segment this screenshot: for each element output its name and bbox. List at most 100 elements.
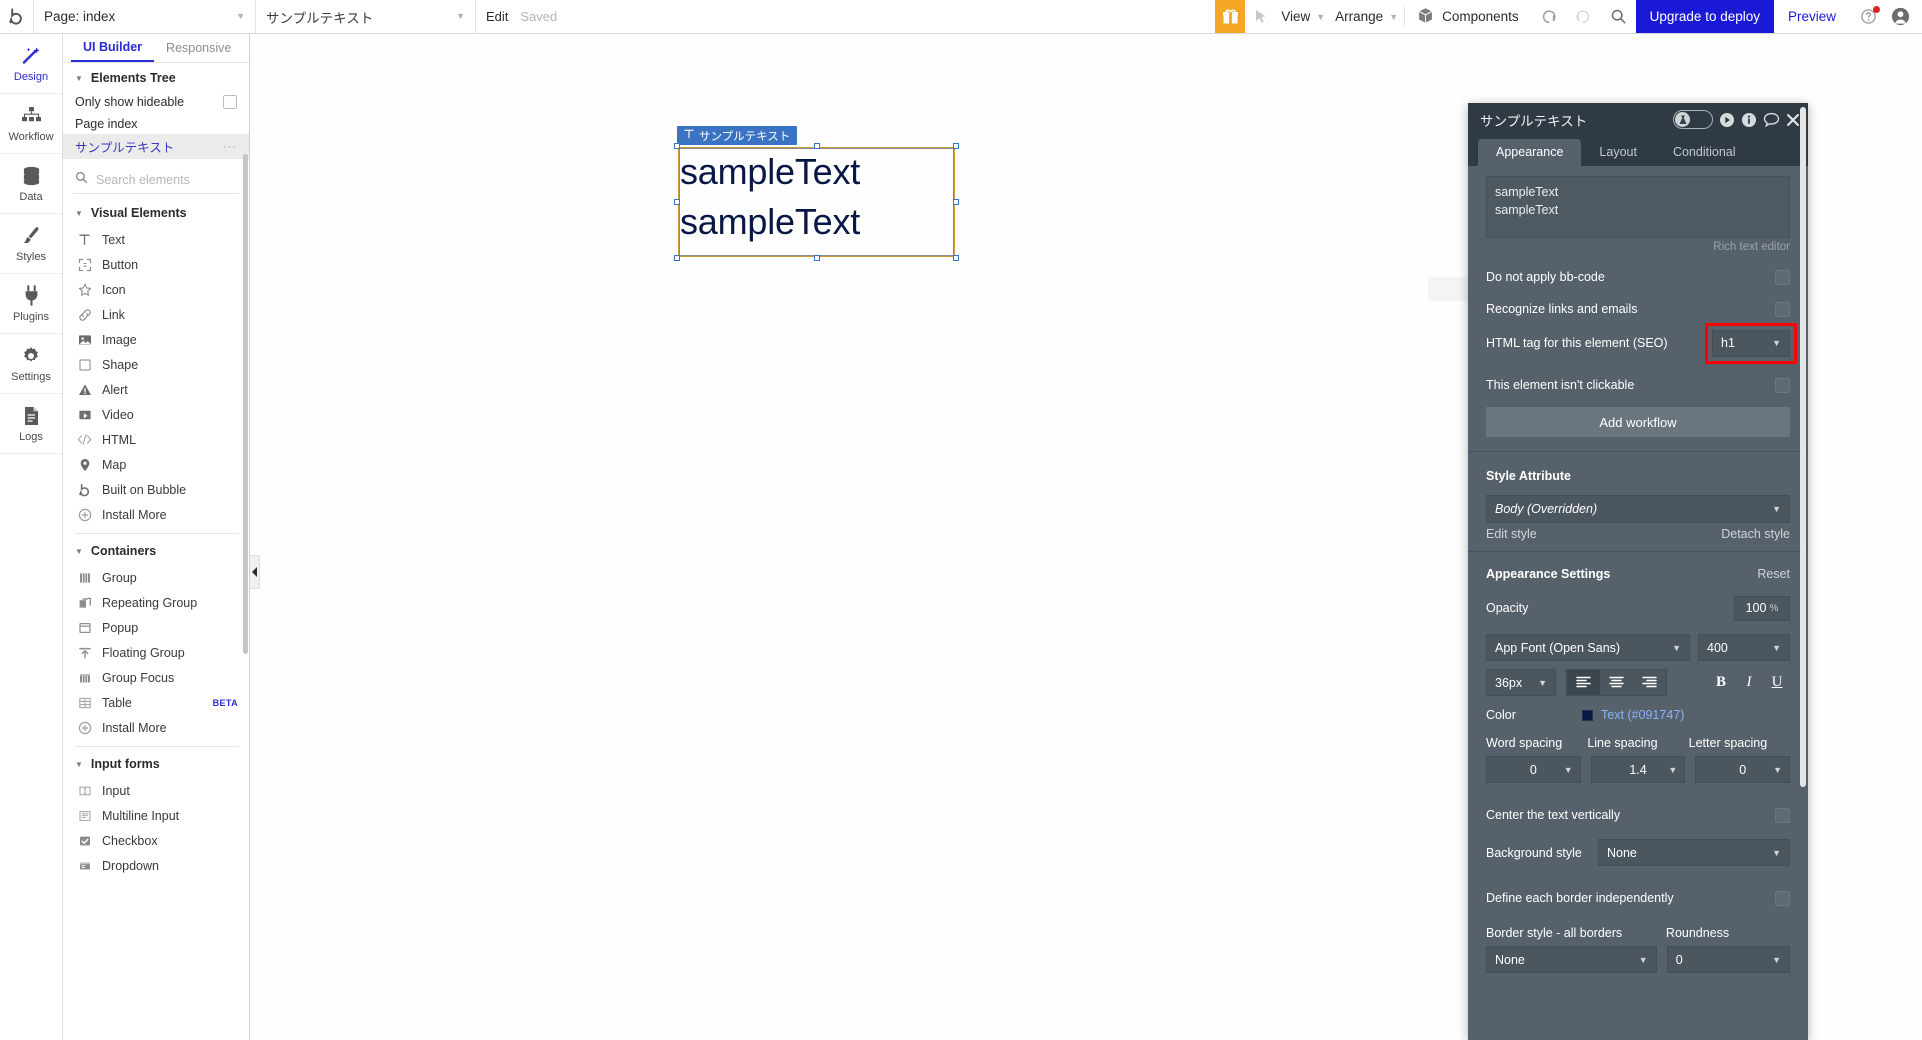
info-circle-icon[interactable] xyxy=(1741,112,1757,128)
palette-item-icon[interactable]: Icon xyxy=(63,277,249,302)
rail-item-design[interactable]: Design xyxy=(0,34,62,94)
palette-item-multiline-input[interactable]: Multiline Input xyxy=(63,803,249,828)
rail-item-data[interactable]: Data xyxy=(0,154,62,214)
palette-item-video[interactable]: Video xyxy=(63,402,249,427)
redo-icon[interactable] xyxy=(1566,0,1601,33)
do-not-apply-bbcode-checkbox[interactable] xyxy=(1775,269,1790,285)
tree-item-more-icon[interactable]: ··· xyxy=(223,141,237,153)
font-size-select[interactable]: 36px ▼ xyxy=(1486,669,1556,696)
gift-icon[interactable] xyxy=(1215,0,1246,33)
tab-ui-builder[interactable]: UI Builder xyxy=(71,34,155,62)
panel-tab-appearance[interactable]: Appearance xyxy=(1478,139,1582,166)
comment-bubble-icon[interactable] xyxy=(1763,112,1780,128)
tree-item[interactable]: Page index xyxy=(63,114,249,134)
italic-button[interactable]: I xyxy=(1736,670,1762,696)
seo-html-tag-select[interactable]: h1 ▼ xyxy=(1712,329,1790,357)
roundness-select[interactable]: 0 ▼ xyxy=(1666,946,1790,973)
add-workflow-button[interactable]: Add workflow xyxy=(1486,407,1790,437)
palette-item-text[interactable]: Text xyxy=(63,227,249,252)
close-icon[interactable] xyxy=(1786,113,1800,127)
palette-item-link[interactable]: Link xyxy=(63,302,249,327)
property-panel-scrollbar[interactable] xyxy=(1800,107,1806,787)
recognize-links-checkbox[interactable] xyxy=(1775,301,1790,317)
play-circle-icon[interactable] xyxy=(1719,112,1735,128)
palette-section-input-forms[interactable]: ▼ Input forms xyxy=(63,749,249,778)
view-menu[interactable]: View ▼ xyxy=(1277,0,1331,33)
palette-item-dropdown[interactable]: Dropdown xyxy=(63,853,249,878)
search-input[interactable] xyxy=(96,173,231,187)
resize-handle-w[interactable] xyxy=(674,199,680,205)
palette-item-checkbox[interactable]: Checkbox xyxy=(63,828,249,853)
left-panel-scrollbar[interactable] xyxy=(243,154,248,654)
panel-tab-conditional[interactable]: Conditional xyxy=(1655,139,1754,166)
border-style-select[interactable]: None ▼ xyxy=(1486,946,1657,973)
panel-tab-layout[interactable]: Layout xyxy=(1581,139,1655,166)
rich-text-content-box[interactable]: sampleText sampleText xyxy=(1486,176,1790,238)
rail-item-workflow[interactable]: Workflow xyxy=(0,94,62,154)
resize-handle-se[interactable] xyxy=(953,255,959,261)
help-icon[interactable] xyxy=(1850,0,1887,33)
edit-style-link[interactable]: Edit style xyxy=(1486,527,1537,541)
palette-item-install-more[interactable]: Install More xyxy=(63,502,249,527)
resize-handle-sw[interactable] xyxy=(674,255,680,261)
letter-spacing-select[interactable]: 0 ▼ xyxy=(1695,756,1791,783)
opacity-input[interactable]: 100 % xyxy=(1734,595,1790,621)
align-center-icon[interactable] xyxy=(1600,670,1633,695)
palette-item-built-on-bubble[interactable]: Built on Bubble xyxy=(63,477,249,502)
palette-item-input[interactable]: Input xyxy=(63,778,249,803)
upgrade-to-deploy-button[interactable]: Upgrade to deploy xyxy=(1635,0,1774,33)
undo-icon[interactable] xyxy=(1531,0,1566,33)
palette-section-containers[interactable]: ▼ Containers xyxy=(63,536,249,565)
font-weight-select[interactable]: 400 ▼ xyxy=(1698,634,1790,661)
rich-text-editor-link[interactable]: Rich text editor xyxy=(1486,241,1790,253)
align-right-icon[interactable] xyxy=(1633,670,1666,695)
cursor-icon[interactable] xyxy=(1245,0,1277,33)
bubble-logo-icon[interactable] xyxy=(0,0,34,33)
not-clickable-checkbox[interactable] xyxy=(1775,377,1790,393)
preview-button[interactable]: Preview xyxy=(1774,0,1850,33)
avatar[interactable] xyxy=(1887,0,1922,33)
font-family-select[interactable]: App Font (Open Sans) ▼ xyxy=(1486,634,1690,661)
palette-item-install-more[interactable]: Install More xyxy=(63,715,249,740)
resize-handle-ne[interactable] xyxy=(953,143,959,149)
flask-toggle-icon[interactable] xyxy=(1673,110,1713,129)
palette-item-map[interactable]: Map xyxy=(63,452,249,477)
rail-item-plugins[interactable]: Plugins xyxy=(0,274,62,334)
tab-responsive[interactable]: Responsive xyxy=(154,34,243,62)
edit-mode-label[interactable]: Edit xyxy=(476,0,518,33)
line-spacing-select[interactable]: 1.4 ▼ xyxy=(1590,756,1686,783)
page-select[interactable]: Page: index ▼ xyxy=(34,0,256,33)
detach-style-link[interactable]: Detach style xyxy=(1721,527,1790,541)
selected-text-element[interactable]: サンプルテキスト sampleText sampleText xyxy=(674,126,959,261)
collapse-left-arrow-icon[interactable] xyxy=(250,555,260,589)
palette-item-popup[interactable]: Popup xyxy=(63,615,249,640)
palette-section-visual-elements[interactable]: ▼ Visual Elements xyxy=(63,198,249,227)
palette-item-repeating-group[interactable]: Repeating Group xyxy=(63,590,249,615)
center-vertically-checkbox[interactable] xyxy=(1775,807,1790,823)
palette-item-image[interactable]: Image xyxy=(63,327,249,352)
palette-item-table[interactable]: Table BETA xyxy=(63,690,249,715)
property-panel-header[interactable]: サンプルテキスト xyxy=(1468,103,1808,136)
tree-item[interactable]: サンプルテキスト ··· xyxy=(63,134,249,159)
color-value[interactable]: Text (#091747) xyxy=(1601,708,1684,722)
elements-tree-section[interactable]: ▼ Elements Tree xyxy=(63,63,249,92)
align-left-icon[interactable] xyxy=(1567,670,1600,695)
only-show-hideable-checkbox[interactable] xyxy=(223,95,237,109)
rail-item-logs[interactable]: Logs xyxy=(0,394,62,454)
palette-item-html[interactable]: HTML xyxy=(63,427,249,452)
resize-handle-e[interactable] xyxy=(953,199,959,205)
search-icon[interactable] xyxy=(1601,0,1636,33)
resize-handle-nw[interactable] xyxy=(674,143,680,149)
rail-item-styles[interactable]: Styles xyxy=(0,214,62,274)
background-style-select[interactable]: None ▼ xyxy=(1598,839,1790,866)
define-borders-checkbox[interactable] xyxy=(1775,890,1790,906)
resize-handle-s[interactable] xyxy=(813,255,820,261)
underline-button[interactable]: U xyxy=(1764,670,1790,696)
element-select[interactable]: サンプルテキスト ▼ xyxy=(256,0,476,33)
palette-item-alert[interactable]: Alert xyxy=(63,377,249,402)
arrange-menu[interactable]: Arrange ▼ xyxy=(1331,0,1404,33)
selected-element-badge[interactable]: サンプルテキスト xyxy=(677,126,798,145)
palette-item-button[interactable]: Button xyxy=(63,252,249,277)
search-elements-row[interactable] xyxy=(73,167,239,194)
palette-item-group-focus[interactable]: Group Focus xyxy=(63,665,249,690)
